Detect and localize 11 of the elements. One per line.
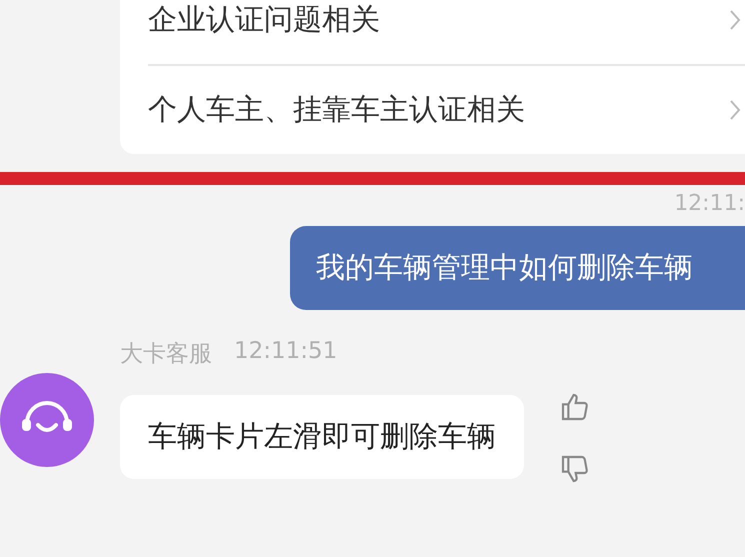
message-time: 12:11:	[674, 191, 745, 216]
faq-item[interactable]: 个人车主、挂靠车主认证相关	[148, 66, 745, 154]
sender-name: 大卡客服	[120, 340, 212, 369]
faq-item[interactable]: 企业认证问题相关	[148, 0, 745, 66]
chevron-right-icon	[729, 99, 741, 121]
thumbs-up-icon[interactable]	[559, 391, 591, 423]
chevron-right-icon	[729, 9, 741, 31]
bot-message-bubble: 车辆卡片左滑即可删除车辆	[120, 395, 524, 479]
thumbs-down-icon[interactable]	[559, 453, 591, 485]
user-message-bubble: 我的车辆管理中如何删除车辆	[290, 226, 745, 310]
message-time: 12:11:51	[234, 338, 338, 366]
